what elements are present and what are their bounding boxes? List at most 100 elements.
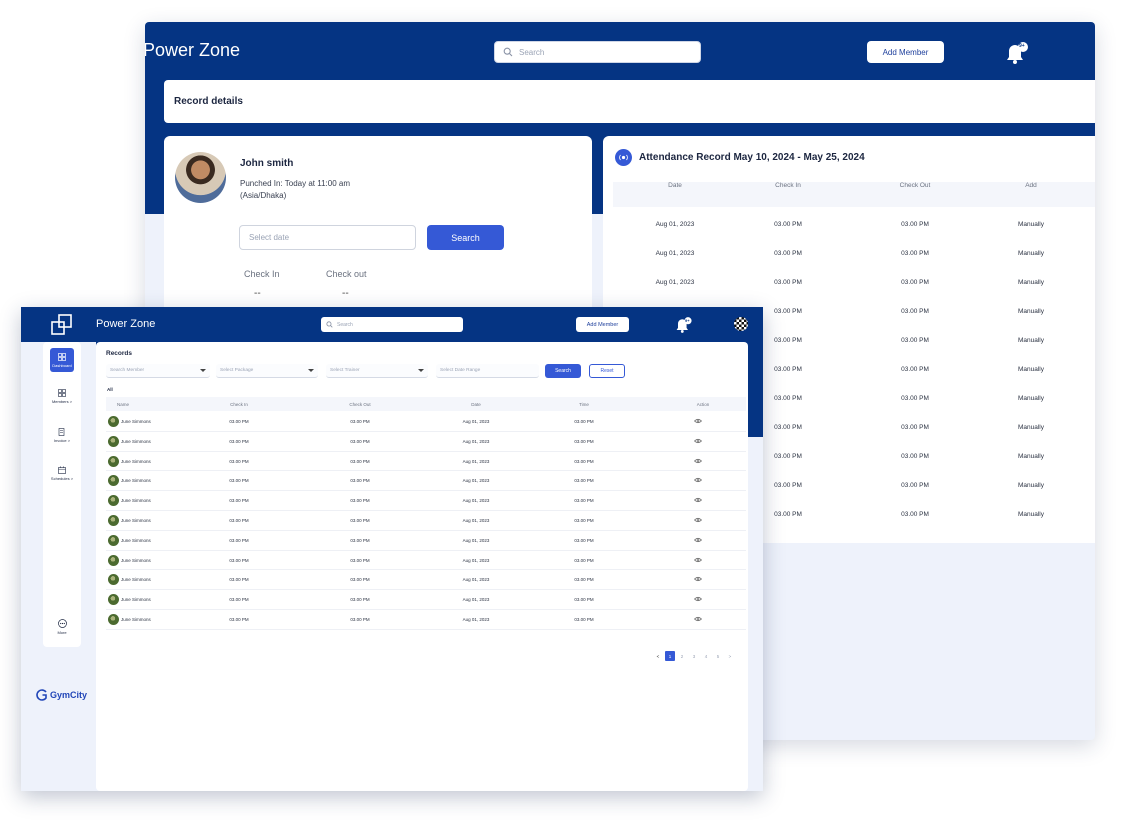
language-flag-icon[interactable]	[734, 317, 748, 331]
row-check-in: 03.00 PM	[229, 458, 249, 464]
col-name: Name	[116, 402, 130, 407]
sidebar-item-more[interactable]: More	[43, 619, 81, 635]
search-input[interactable]: Search	[321, 317, 463, 332]
view-eye-icon[interactable]	[694, 458, 702, 464]
sidebar-item-members[interactable]: Members >	[43, 389, 81, 404]
col-check-in: Check In	[230, 402, 248, 407]
row-date: Aug 01, 2023	[462, 478, 490, 484]
row-check-in: 03.00 PM	[774, 250, 802, 257]
records-title: Records	[106, 350, 133, 357]
view-eye-icon[interactable]	[694, 576, 702, 582]
members-icon	[58, 389, 66, 397]
select-date-range-input[interactable]: Select Date Range	[436, 364, 539, 378]
page-button[interactable]: 2	[677, 651, 687, 661]
row-add: Manually	[1017, 337, 1045, 344]
records-reset-button[interactable]: Reset	[589, 364, 625, 378]
prev-page-button[interactable]: <	[653, 651, 663, 661]
view-eye-icon[interactable]	[694, 438, 702, 444]
row-date: Aug 01, 2023	[462, 537, 490, 543]
notifications-button[interactable]: 9+	[1002, 39, 1030, 67]
row-add: Manually	[1017, 250, 1045, 257]
select-date-input[interactable]: Select date	[239, 225, 416, 250]
notifications-button[interactable]: 9+	[673, 315, 693, 335]
view-eye-icon[interactable]	[694, 537, 702, 543]
avatar	[108, 435, 119, 447]
check-out-value: --	[342, 288, 349, 299]
view-eye-icon[interactable]	[694, 497, 702, 503]
row-add: Manually	[1017, 424, 1045, 431]
view-eye-icon[interactable]	[694, 517, 702, 523]
sidebar-more-label: More	[57, 630, 67, 635]
view-eye-icon[interactable]	[694, 616, 702, 622]
records-search-button[interactable]: Search	[545, 364, 581, 378]
row-time: 03.00 PM	[574, 478, 594, 484]
notification-badge: 9+	[685, 318, 690, 323]
add-member-button[interactable]: Add Member	[576, 317, 629, 332]
row-check-in: 03.00 PM	[229, 557, 249, 563]
avatar	[108, 514, 119, 526]
chevron-down-icon	[200, 369, 206, 372]
attendance-row: Aug 01, 2023 03.00 PM 03.00 PM Manually	[613, 209, 1095, 238]
row-check-in: 03.00 PM	[229, 438, 249, 444]
page-button[interactable]: 4	[701, 651, 711, 661]
member-name: John smith	[240, 158, 294, 169]
app-brand: Power Zone	[145, 40, 241, 60]
record-details-bar: Record details	[164, 80, 1095, 123]
search-member-select[interactable]: Search Member	[106, 364, 210, 378]
col-time: Time	[579, 402, 589, 407]
col-check-out: Check Out	[349, 402, 371, 407]
table-row: June Simmons 03.00 PM 03.00 PM Aug 01, 2023…	[106, 570, 746, 591]
row-check-out: 03.00 PM	[350, 557, 370, 563]
sidebar-panel: Dashboard Members > Invoice > Schedules …	[43, 342, 81, 647]
row-check-in: 03.00 PM	[774, 221, 802, 228]
stage: Power Zone Search Add Member 9+ Record d…	[0, 0, 1128, 838]
row-check-in: 03.00 PM	[229, 419, 249, 424]
row-check-in: 03.00 PM	[774, 395, 802, 402]
row-name: June Simmons	[121, 557, 151, 563]
attendance-table-header: Date Check In Check Out Add	[613, 182, 1095, 207]
view-eye-icon[interactable]	[694, 418, 702, 424]
row-check-out: 03.00 PM	[350, 537, 370, 543]
row-check-out: 03.00 PM	[350, 478, 370, 484]
attendance-title: Attendance Record May 10, 2024 - May 25,…	[639, 152, 865, 163]
row-check-in: 03.00 PM	[229, 577, 249, 583]
sidebar: Dashboard Members > Invoice > Schedules …	[21, 342, 96, 791]
page-button[interactable]: 5	[713, 651, 723, 661]
row-check-out: 03.00 PM	[350, 597, 370, 603]
page-button[interactable]: 3	[689, 651, 699, 661]
records-table-header: Name Check In Check Out Date Time Action	[106, 397, 746, 411]
pagination: <1 2 3 4 5 >	[653, 651, 735, 661]
sidebar-item-schedules[interactable]: Schedules >	[43, 466, 81, 481]
avatar	[108, 574, 119, 586]
sidebar-item-dashboard[interactable]: Dashboard	[43, 348, 81, 372]
row-add: Manually	[1017, 453, 1045, 460]
row-check-in: 03.00 PM	[229, 478, 249, 484]
row-name: June Simmons	[121, 616, 151, 622]
row-add: Manually	[1017, 366, 1045, 373]
tab-all[interactable]: All	[107, 387, 113, 392]
select-package-placeholder: Select Package	[220, 368, 254, 373]
view-eye-icon[interactable]	[694, 557, 702, 563]
next-page-button[interactable]: >	[725, 651, 735, 661]
row-date: Aug 01, 2023	[462, 517, 490, 523]
sidebar-item-invoice[interactable]: Invoice >	[43, 428, 81, 443]
records-window: Power Zone Search Add Member 9+ Dashboar…	[21, 307, 763, 791]
row-check-out: 03.00 PM	[901, 279, 929, 286]
view-eye-icon[interactable]	[694, 477, 702, 483]
add-member-button[interactable]: Add Member	[867, 41, 944, 63]
select-package-select[interactable]: Select Package	[216, 364, 318, 378]
row-check-in: 03.00 PM	[774, 482, 802, 489]
search-input[interactable]: Search	[494, 41, 701, 63]
select-date-placeholder: Select date	[249, 233, 290, 242]
page-button[interactable]: 1	[665, 651, 675, 661]
table-row: June Simmons 03.00 PM 03.00 PM Aug 01, 2023…	[106, 471, 746, 492]
row-add: Manually	[1017, 279, 1045, 286]
row-check-in: 03.00 PM	[229, 616, 249, 622]
search-placeholder: Search	[519, 47, 545, 57]
row-date: Aug 01, 2023	[462, 438, 490, 444]
select-trainer-select[interactable]: Select Trainer	[326, 364, 428, 378]
chevron-down-icon	[418, 369, 424, 372]
view-eye-icon[interactable]	[694, 596, 702, 602]
sidebar-item-label: Invoice >	[53, 438, 71, 443]
profile-search-button[interactable]: Search	[427, 225, 504, 250]
